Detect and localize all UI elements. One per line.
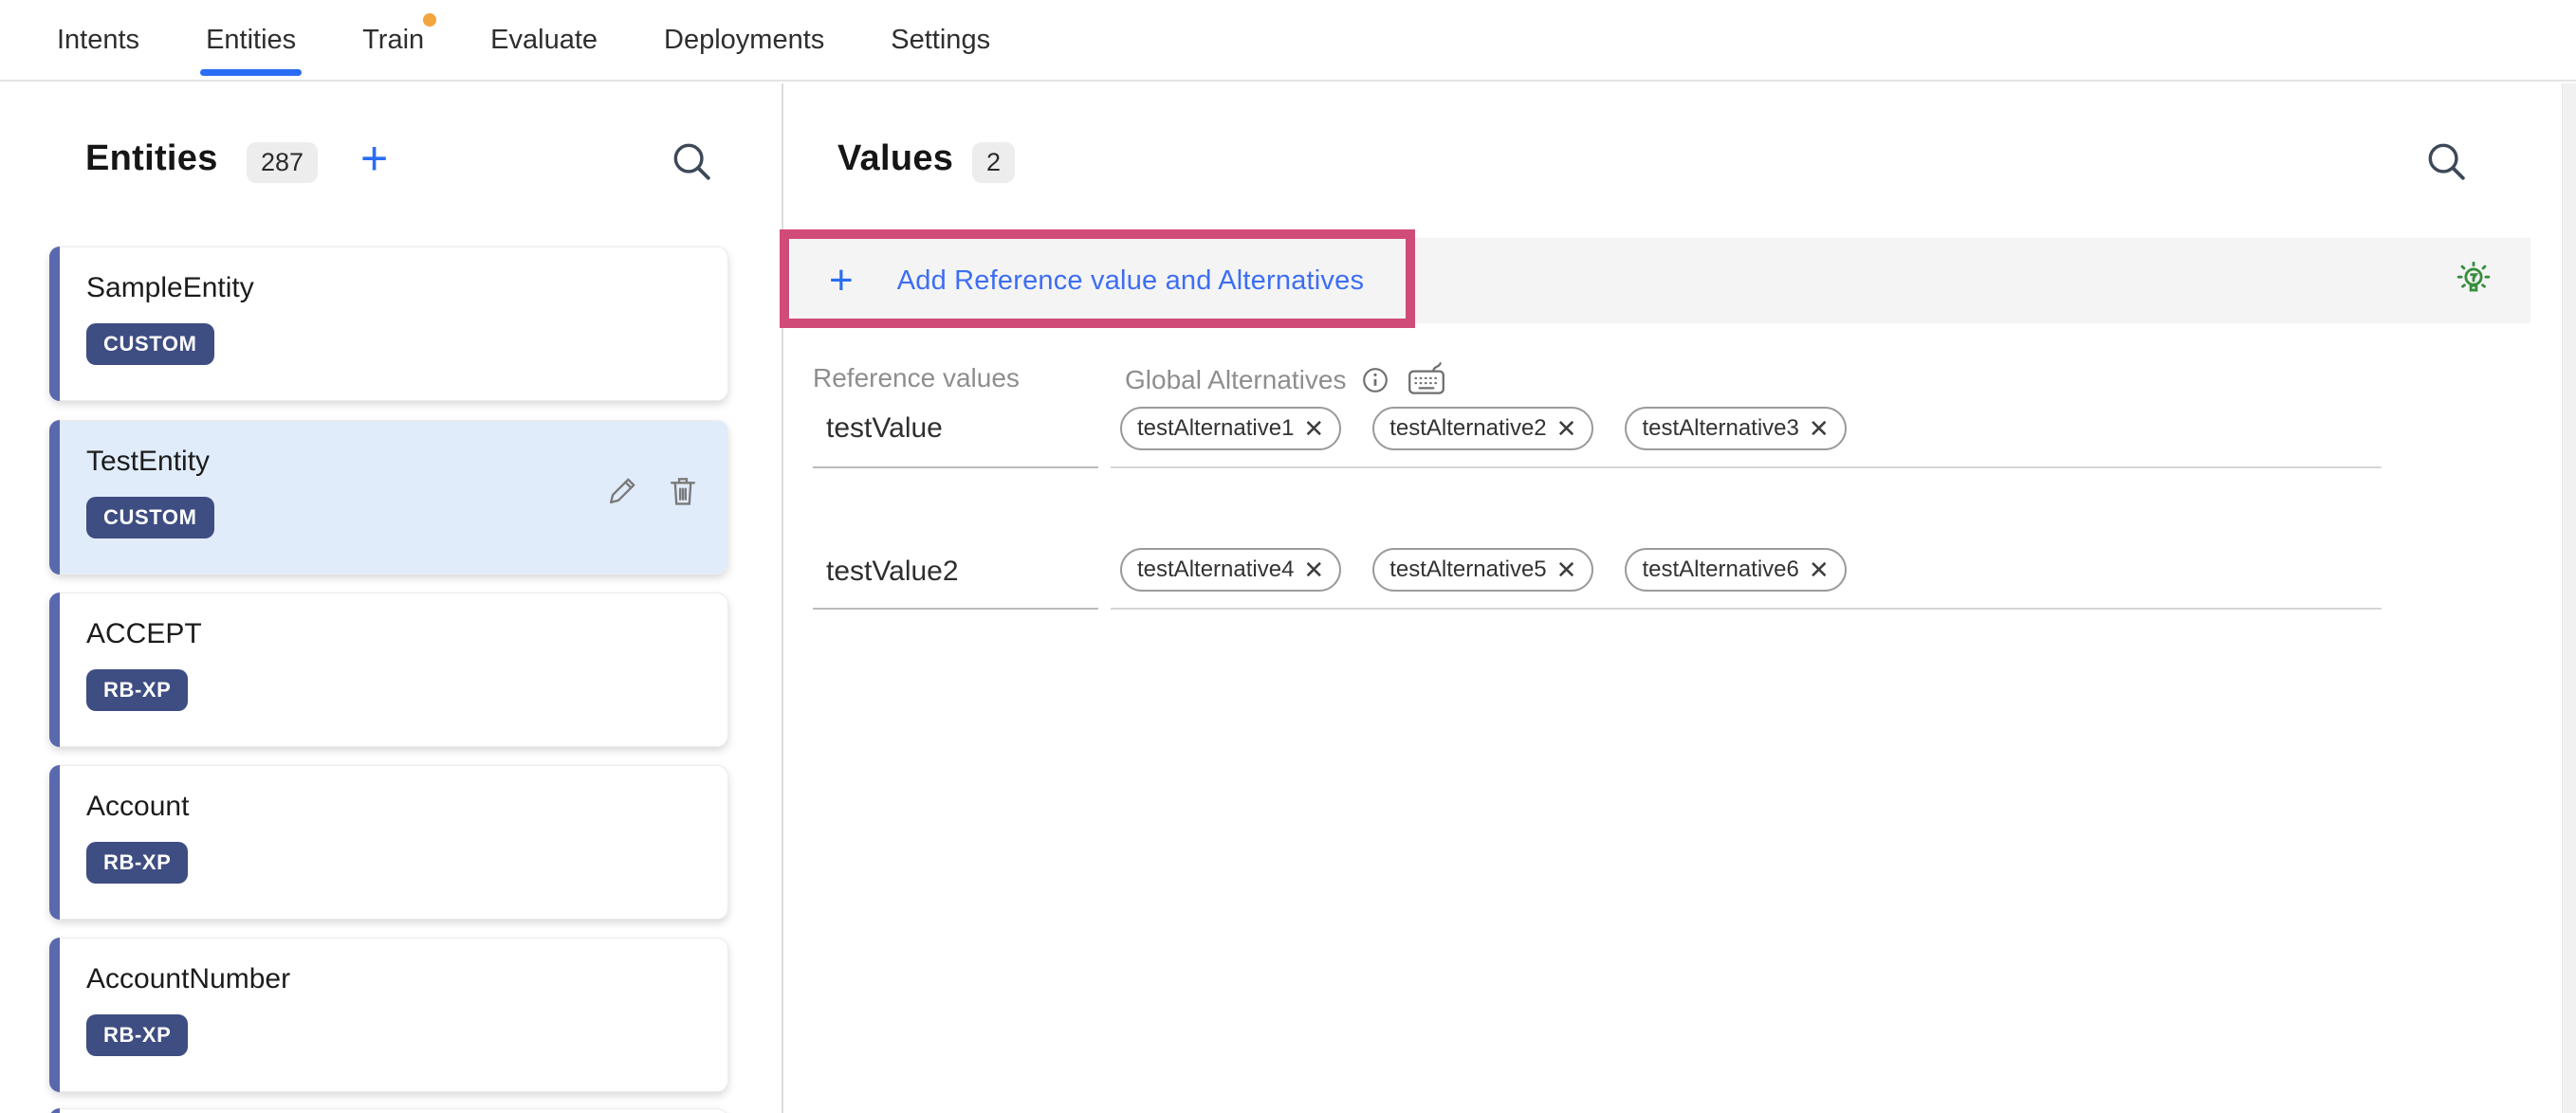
- entity-accent-bar: [49, 765, 60, 920]
- entity-name: SampleEntity: [86, 272, 254, 304]
- scrollbar-gutter: [2562, 83, 2576, 1113]
- tab-label: Evaluate: [490, 25, 598, 56]
- alternatives-underline: [1111, 466, 2382, 468]
- global-alternatives-header-group: Global Alternatives: [1125, 358, 1448, 402]
- entity-card-partial[interactable]: [49, 1108, 728, 1113]
- add-reference-value-button[interactable]: + Add Reference value and Alternatives: [791, 238, 2530, 323]
- tab-settings[interactable]: Settings: [891, 0, 990, 81]
- top-nav: Intents Entities Train Evaluate Deployme…: [0, 0, 2576, 82]
- active-tab-indicator: [200, 69, 302, 76]
- add-reference-value-label: Add Reference value and Alternatives: [897, 265, 1364, 297]
- info-circle-icon[interactable]: [1361, 366, 1389, 394]
- alternative-chip[interactable]: testAlternative5 ✕: [1372, 548, 1593, 592]
- alternatives-underline: [1111, 608, 2382, 610]
- remove-chip-icon[interactable]: ✕: [1809, 557, 1830, 582]
- entity-card-accept[interactable]: ACCEPT RB-XP: [49, 593, 728, 747]
- entity-name: AccountNumber: [86, 963, 290, 995]
- entity-card-sampleentity[interactable]: SampleEntity CUSTOM: [49, 246, 728, 401]
- reference-value-field[interactable]: testValue2: [826, 556, 959, 588]
- entity-name: ACCEPT: [86, 618, 202, 650]
- entity-type-badge: RB-XP: [86, 669, 188, 711]
- entity-name: Account: [86, 791, 189, 823]
- entity-accent-bar: [49, 593, 60, 747]
- add-entity-button[interactable]: +: [360, 137, 388, 180]
- entity-accent-bar: [49, 420, 60, 575]
- entity-card-testentity[interactable]: TestEntity CUSTOM: [49, 420, 728, 575]
- tab-evaluate[interactable]: Evaluate: [490, 0, 598, 81]
- notification-dot: [423, 13, 436, 27]
- chip-label: testAlternative2: [1389, 415, 1546, 442]
- keyboard-icon[interactable]: [1405, 358, 1448, 402]
- entities-panel-title: Entities: [85, 138, 218, 179]
- tab-entities[interactable]: Entities: [206, 0, 296, 81]
- remove-chip-icon[interactable]: ✕: [1303, 557, 1324, 582]
- entities-search-icon[interactable]: [670, 139, 713, 183]
- tab-deployments[interactable]: Deployments: [664, 0, 824, 81]
- tab-label: Entities: [206, 25, 296, 56]
- delete-entity-icon[interactable]: [665, 473, 701, 509]
- chip-label: testAlternative6: [1642, 556, 1798, 583]
- tab-intents[interactable]: Intents: [57, 0, 139, 81]
- reference-values-header: Reference values: [813, 363, 1020, 393]
- entity-type-badge: RB-XP: [86, 1014, 188, 1056]
- reference-value-underline: [813, 466, 1098, 468]
- entity-accent-bar: [49, 1108, 60, 1113]
- values-count-badge: 2: [972, 142, 1015, 183]
- entity-card-accountnumber[interactable]: AccountNumber RB-XP: [49, 938, 728, 1092]
- reference-value-field[interactable]: testValue: [826, 412, 943, 445]
- plus-icon: +: [829, 257, 854, 304]
- chip-label: testAlternative4: [1137, 556, 1294, 583]
- remove-chip-icon[interactable]: ✕: [1556, 557, 1577, 582]
- alternatives-chip-row: testAlternative4 ✕ testAlternative5 ✕ te…: [1120, 548, 1847, 592]
- edit-entity-icon[interactable]: [604, 473, 640, 509]
- entity-type-badge: CUSTOM: [86, 497, 214, 538]
- tab-label: Train: [362, 25, 424, 56]
- entities-count-badge: 287: [247, 142, 318, 183]
- tab-train[interactable]: Train: [362, 0, 424, 81]
- alternative-chip[interactable]: testAlternative1 ✕: [1120, 407, 1341, 450]
- entity-accent-bar: [49, 938, 60, 1092]
- reference-value-underline: [813, 608, 1098, 610]
- chip-label: testAlternative3: [1642, 415, 1798, 442]
- entity-card-account[interactable]: Account RB-XP: [49, 765, 728, 920]
- entities-panel: Entities 287 + SampleEntity CUSTOM TestE…: [0, 83, 782, 1113]
- global-alternatives-header: Global Alternatives: [1125, 365, 1346, 395]
- values-panel: Values 2 + Add Reference value and Alter…: [783, 83, 2562, 1113]
- chip-label: testAlternative1: [1137, 415, 1294, 442]
- values-panel-title: Values: [837, 138, 953, 179]
- entity-name: TestEntity: [86, 446, 210, 478]
- values-search-icon[interactable]: [2424, 139, 2468, 183]
- tab-label: Settings: [891, 25, 990, 56]
- lightbulb-icon[interactable]: [2452, 258, 2495, 301]
- alternatives-chip-row: testAlternative1 ✕ testAlternative2 ✕ te…: [1120, 407, 1847, 450]
- remove-chip-icon[interactable]: ✕: [1556, 416, 1577, 441]
- alternative-chip[interactable]: testAlternative6 ✕: [1625, 548, 1846, 592]
- alternative-chip[interactable]: testAlternative2 ✕: [1372, 407, 1593, 450]
- entity-type-badge: RB-XP: [86, 842, 188, 884]
- remove-chip-icon[interactable]: ✕: [1303, 416, 1324, 441]
- alternative-chip[interactable]: testAlternative3 ✕: [1625, 407, 1846, 450]
- app-root: Intents Entities Train Evaluate Deployme…: [0, 0, 2576, 1113]
- tab-label: Intents: [57, 25, 139, 56]
- remove-chip-icon[interactable]: ✕: [1809, 416, 1830, 441]
- entity-type-badge: CUSTOM: [86, 323, 214, 365]
- chip-label: testAlternative5: [1389, 556, 1546, 583]
- alternative-chip[interactable]: testAlternative4 ✕: [1120, 548, 1341, 592]
- entity-accent-bar: [49, 246, 60, 401]
- tab-label: Deployments: [664, 25, 824, 56]
